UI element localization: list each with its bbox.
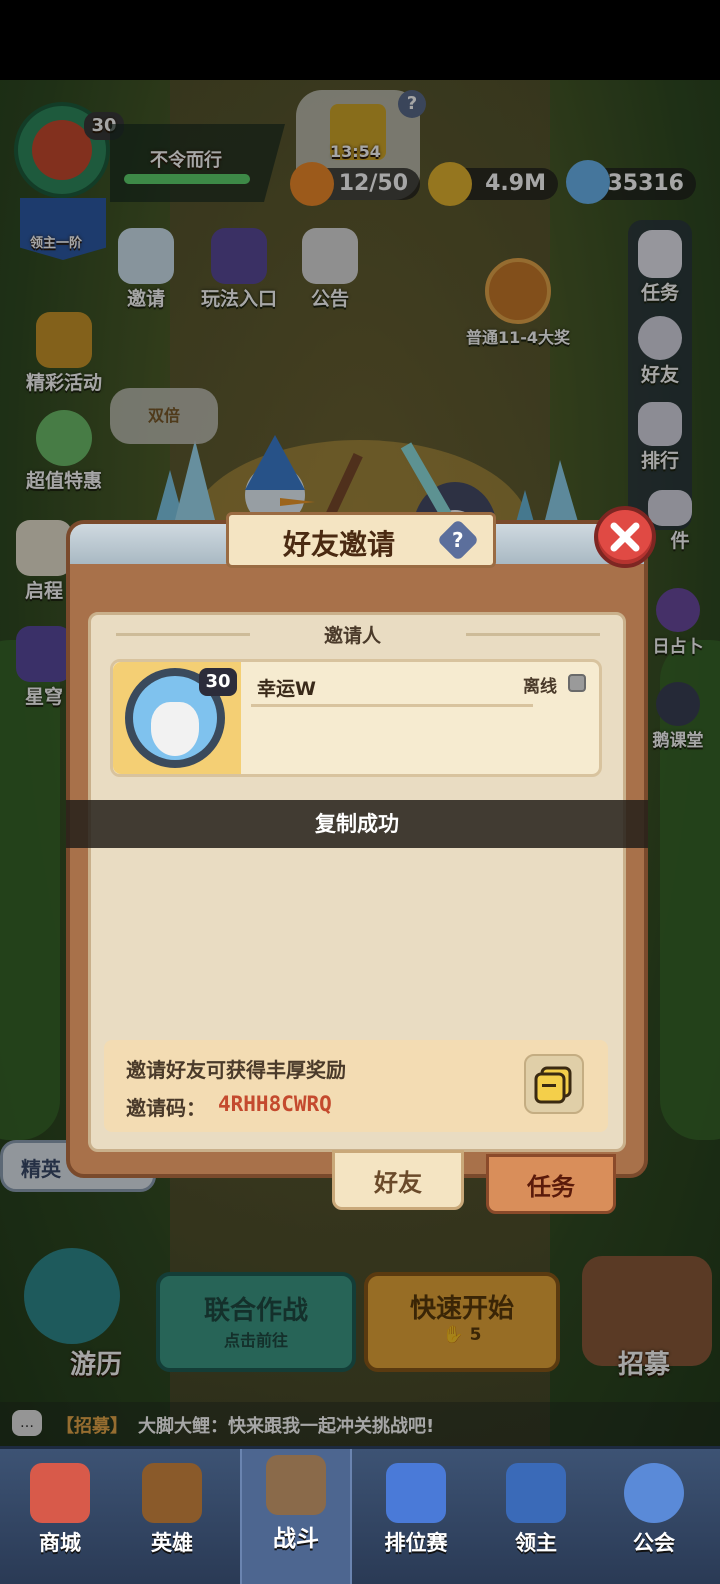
section-divider-left [116, 633, 250, 636]
nav-guild[interactable]: 公会 [598, 1449, 710, 1584]
guild-icon [624, 1463, 684, 1523]
reward-text: 邀请好友可获得丰厚奖励 [126, 1058, 346, 1082]
nav-heroes[interactable]: 英雄 [116, 1449, 228, 1584]
question-icon[interactable]: ? [436, 518, 480, 562]
nav-lord[interactable]: 领主 [480, 1449, 592, 1584]
inviter-card[interactable]: 30 幸运W 离线 [110, 659, 602, 777]
section-title: 邀请人 [324, 625, 382, 647]
close-icon [610, 522, 640, 552]
inviter-status: 离线 [523, 677, 557, 697]
nav-ranked[interactable]: 排位赛 [360, 1449, 472, 1584]
copy-code-button[interactable] [524, 1054, 584, 1114]
hero-card-icon [142, 1463, 202, 1523]
close-button[interactable] [594, 506, 656, 568]
tab-friends[interactable]: 好友 [332, 1150, 464, 1210]
dialog-title-banner: 好友邀请 ? [226, 512, 496, 568]
copy-icon [534, 1066, 572, 1104]
invite-reward-box: 邀请好友可获得丰厚奖励 邀请码： 4RHH8CWRQ [104, 1040, 608, 1132]
inviter-level-badge: 30 [199, 668, 237, 696]
inviter-divider [251, 704, 533, 707]
section-divider-right [466, 633, 600, 636]
nav-battle[interactable]: 战斗 [240, 1449, 352, 1584]
inviter-name: 幸运W [257, 678, 316, 700]
invite-code-label: 邀请码： [126, 1096, 206, 1120]
bottom-nav: 商城 英雄 战斗 排位赛 领主 公会 [0, 1446, 720, 1584]
shop-icon [30, 1463, 90, 1523]
offline-indicator-icon [568, 674, 586, 692]
copy-success-toast: 复制成功 [66, 800, 648, 848]
invite-code-value[interactable]: 4RHH8CWRQ [218, 1092, 332, 1116]
banner-icon [506, 1463, 566, 1523]
rank-shield-icon [386, 1463, 446, 1523]
nav-shop[interactable]: 商城 [4, 1449, 116, 1584]
tab-tasks[interactable]: 任务 [486, 1154, 616, 1214]
dialog-title: 好友邀请 [283, 528, 396, 561]
sword-icon [266, 1455, 326, 1515]
